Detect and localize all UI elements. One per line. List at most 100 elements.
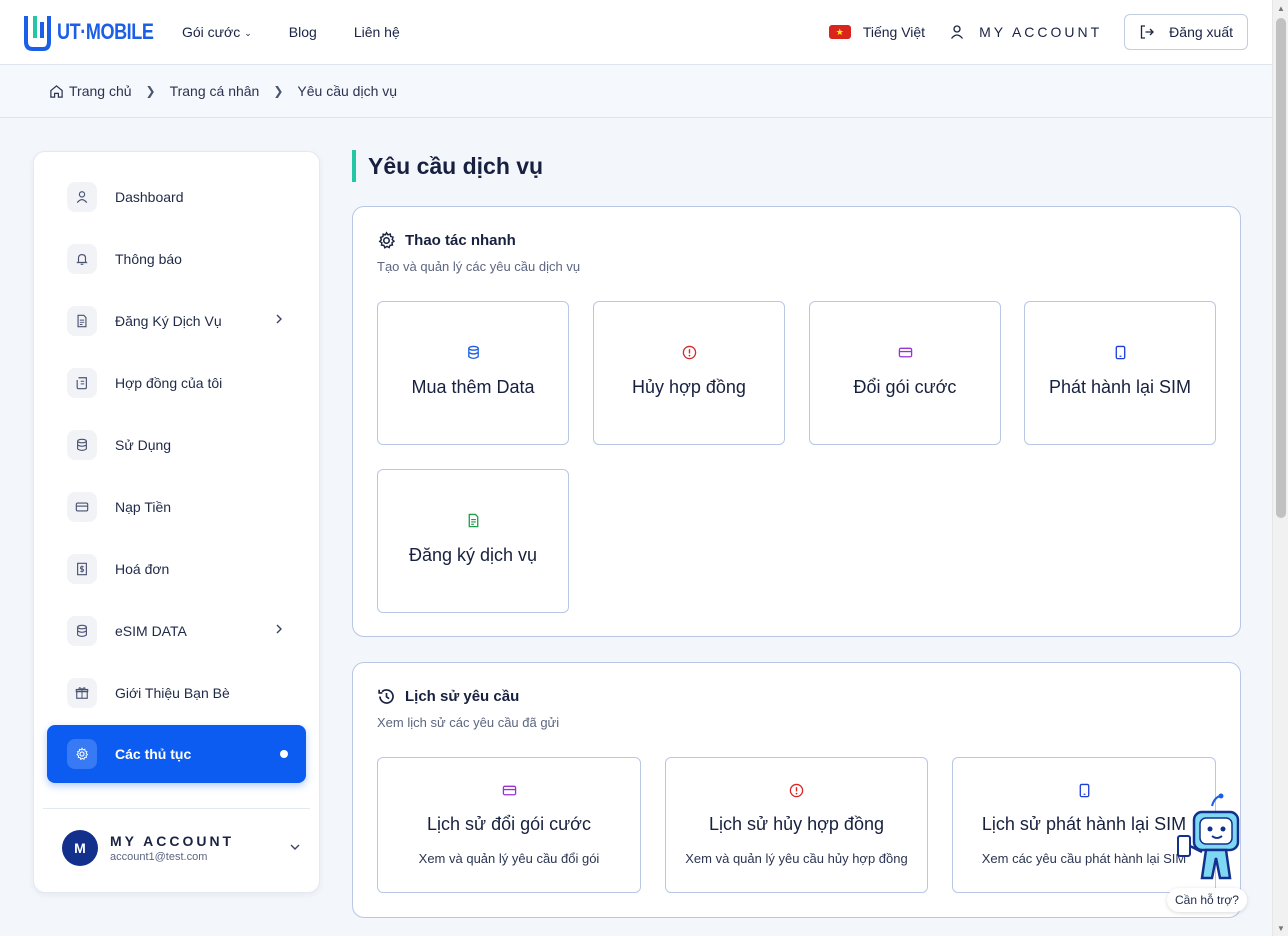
card-label: Mua thêm Data: [411, 377, 535, 397]
alert-circle-icon: [789, 783, 804, 798]
breadcrumb: Trang chủ ❯ Trang cá nhân ❯ Yêu cầu dịch…: [49, 83, 397, 99]
sidebar-item-label: Giới Thiệu Bạn Bè: [115, 685, 230, 701]
sidebar-item-invoices[interactable]: Hoá đơn: [47, 540, 306, 598]
sidebar-item-contracts[interactable]: Hợp đồng của tôi: [47, 354, 306, 412]
nav-item-packages[interactable]: Gói cước ⌄: [182, 24, 252, 40]
gear-icon: [67, 739, 97, 769]
gear-icon: [378, 231, 396, 249]
card-icon: [502, 785, 516, 796]
register-service-card[interactable]: Đăng ký dịch vụ: [377, 469, 569, 613]
logout-icon: [1141, 25, 1155, 39]
request-history-panel: Lịch sử yêu cầu Xem lịch sử các yêu cầu …: [352, 662, 1241, 918]
chevron-down-icon: ⌄: [244, 27, 252, 38]
change-package-card[interactable]: Đổi gói cước: [809, 301, 1001, 445]
sidebar-item-service-register[interactable]: Đăng Ký Dịch Vụ: [47, 292, 306, 350]
contract-cancel-history-card[interactable]: Lịch sử hủy hợp đồng Xem và quản lý yêu …: [665, 757, 928, 893]
scrollbar-thumb[interactable]: [1276, 18, 1286, 518]
card-label: Lịch sử hủy hợp đồng: [709, 814, 884, 834]
card-description: Xem và quản lý yêu cầu đổi gói: [418, 851, 600, 866]
gift-icon: [67, 678, 97, 708]
scroll-icon: [67, 368, 97, 398]
nav-item-label: Gói cước: [182, 24, 241, 40]
reissue-sim-card[interactable]: Phát hành lại SIM: [1024, 301, 1216, 445]
active-indicator-dot: [280, 750, 288, 758]
buy-data-card[interactable]: Mua thêm Data: [377, 301, 569, 445]
brand-logo[interactable]: UT·MOBILE: [23, 12, 175, 52]
sidebar-item-label: eSIM DATA: [115, 623, 187, 639]
bell-icon: [67, 244, 97, 274]
chevron-right-icon: [274, 622, 284, 641]
sidebar-item-dashboard[interactable]: Dashboard: [47, 168, 306, 226]
database-icon: [67, 430, 97, 460]
sidebar-item-label: Sử Dụng: [115, 437, 172, 453]
card-icon: [898, 347, 912, 358]
sidebar-item-label: Dashboard: [115, 189, 184, 205]
vietnam-flag-icon: ★: [828, 25, 851, 39]
scroll-down-icon[interactable]: ▼: [1273, 920, 1288, 936]
card-label: Phát hành lại SIM: [1048, 377, 1192, 397]
file-text-icon: [468, 513, 478, 528]
cancel-contract-card[interactable]: Hủy hợp đồng: [593, 301, 785, 445]
page-scrollbar[interactable]: ▲ ▼: [1272, 0, 1288, 936]
scroll-up-icon[interactable]: ▲: [1273, 0, 1288, 16]
nav-item-blog[interactable]: Blog: [289, 24, 317, 40]
user-icon: [951, 25, 964, 39]
user-icon: [67, 182, 97, 212]
avatar: M: [62, 830, 98, 866]
chevron-right-icon: [274, 312, 284, 331]
card-label: Đăng ký dịch vụ: [408, 545, 538, 565]
card-label: Lịch sử đổi gói cước: [427, 814, 591, 834]
sidebar-item-usage[interactable]: Sử Dụng: [47, 416, 306, 474]
panel-title: Thao tác nhanh: [405, 232, 516, 249]
user-name: MY ACCOUNT: [110, 833, 235, 849]
divider: [43, 808, 310, 809]
panel-title: Lịch sử yêu cầu: [405, 688, 520, 705]
logo-mark-icon: [24, 16, 51, 51]
sidebar-item-topup[interactable]: Nạp Tiền: [47, 478, 306, 536]
logout-label: Đăng xuất: [1169, 24, 1233, 40]
language-switcher[interactable]: ★ Tiếng Việt: [828, 24, 926, 40]
user-email: account1@test.com: [110, 851, 208, 863]
breadcrumb-profile[interactable]: Trang cá nhân: [170, 83, 260, 99]
alert-circle-icon: [682, 345, 696, 360]
sidebar-item-label: Nạp Tiền: [115, 499, 172, 515]
card-description: Xem và quản lý yêu cầu hủy hợp đồng: [685, 851, 908, 866]
database-icon: [467, 345, 479, 360]
account-link[interactable]: MY ACCOUNT: [949, 24, 1102, 40]
user-menu[interactable]: M MY ACCOUNT account1@test.com: [62, 828, 302, 868]
history-icon: [378, 689, 394, 704]
sidebar-item-label: Các thủ tục: [115, 746, 192, 762]
phone-icon: [1115, 345, 1125, 360]
chevron-right-icon: ❯: [273, 84, 284, 98]
card-label: Đổi gói cước: [853, 377, 957, 397]
sidebar-item-label: Đăng Ký Dịch Vụ: [115, 313, 222, 329]
database-icon: [67, 616, 97, 646]
quick-actions-header: Thao tác nhanh: [377, 231, 516, 250]
support-tooltip[interactable]: Cần hỗ trợ?: [1167, 888, 1247, 912]
breadcrumb-current: Yêu cầu dịch vụ: [297, 83, 398, 99]
history-header: Lịch sử yêu cầu: [377, 687, 519, 706]
panel-subtitle: Tạo và quản lý các yêu cầu dịch vụ: [377, 259, 581, 274]
page-title: Yêu cầu dịch vụ: [352, 150, 543, 182]
logo-text: UT·MOBILE: [57, 19, 154, 44]
account-label: MY ACCOUNT: [979, 24, 1103, 40]
card-icon: [67, 492, 97, 522]
sidebar-item-notifications[interactable]: Thông báo: [47, 230, 306, 288]
breadcrumb-bar: Trang chủ ❯ Trang cá nhân ❯ Yêu cầu dịch…: [0, 65, 1272, 118]
home-icon: [50, 84, 63, 98]
sidebar-item-esim-data[interactable]: eSIM DATA: [47, 602, 306, 660]
nav-item-label: Liên hệ: [353, 24, 400, 40]
package-change-history-card[interactable]: Lịch sử đổi gói cước Xem và quản lý yêu …: [377, 757, 641, 893]
top-header: UT·MOBILE Gói cước ⌄ Blog Liên hệ ★ Tiến…: [0, 0, 1272, 65]
sidebar-item-referral[interactable]: Giới Thiệu Bạn Bè: [47, 664, 306, 722]
sidebar-item-procedures[interactable]: Các thủ tục: [47, 725, 306, 783]
nav-item-contact[interactable]: Liên hệ: [354, 24, 400, 40]
support-bot-icon[interactable]: [1172, 792, 1244, 884]
language-label: Tiếng Việt: [862, 24, 926, 40]
chevron-down-icon: [288, 840, 302, 859]
main-nav: Gói cước ⌄ Blog Liên hệ: [182, 24, 437, 40]
logout-button[interactable]: Đăng xuất: [1124, 14, 1248, 50]
sidebar: Dashboard Thông báo Đăng Ký Dịch Vụ Hợp …: [33, 151, 320, 893]
card-label: Hủy hợp đồng: [632, 377, 746, 397]
breadcrumb-home[interactable]: Trang chủ: [69, 83, 132, 99]
